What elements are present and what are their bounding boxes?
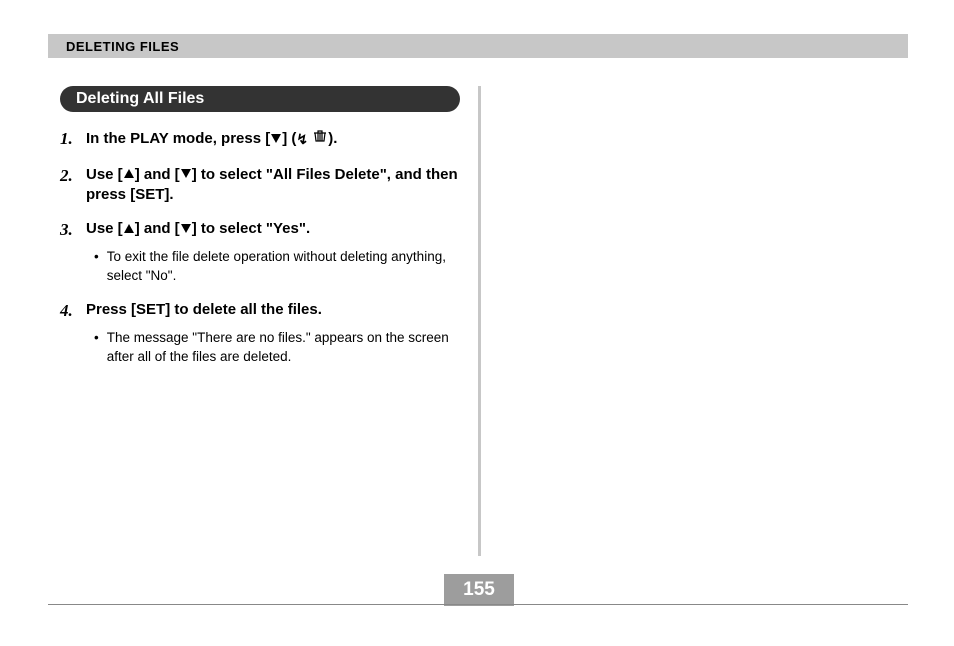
triangle-down-icon: [271, 134, 281, 143]
footer-line: [48, 604, 908, 605]
text-fragment: In the PLAY mode, press [: [86, 130, 270, 147]
triangle-up-icon: [124, 224, 134, 233]
step-number: 3.: [60, 219, 80, 242]
step-number: 4.: [60, 300, 80, 323]
trash-icon: [313, 128, 327, 148]
bullet-dot: •: [94, 329, 99, 367]
step-3-text: Use [ ] and [ ] to select "Yes".: [86, 219, 460, 239]
text-fragment: ] to select "Yes".: [192, 220, 310, 237]
text-fragment: ).: [328, 130, 337, 147]
bullet-text: To exit the file delete operation withou…: [107, 248, 460, 286]
text-fragment: ] (: [282, 130, 296, 147]
text-fragment: Use [: [86, 220, 123, 237]
flash-icon: ↯: [296, 130, 308, 149]
triangle-up-icon: [124, 169, 134, 178]
step-4-text: Press [SET] to delete all the files.: [86, 300, 460, 320]
text-fragment: Use [: [86, 166, 123, 183]
header-title: DELETING FILES: [66, 39, 179, 54]
step-1: 1. In the PLAY mode, press [ ] (↯ ).: [60, 128, 460, 151]
text-fragment: ] and [: [135, 220, 180, 237]
text-fragment: ] and [: [135, 166, 180, 183]
step-4: 4. Press [SET] to delete all the files. …: [60, 300, 460, 367]
step-number: 2.: [60, 165, 80, 188]
column-divider: [478, 86, 481, 556]
step-3-bullet: • To exit the file delete operation with…: [94, 248, 460, 286]
page-number: 155: [463, 579, 495, 601]
triangle-down-icon: [181, 169, 191, 178]
page-number-badge: 155: [444, 574, 514, 606]
step-4-head: 4. Press [SET] to delete all the files.: [60, 300, 460, 323]
step-2-head: 2. Use [] and [] to select "All Files De…: [60, 165, 460, 206]
bullet-dot: •: [94, 248, 99, 286]
step-number: 1.: [60, 128, 80, 151]
section-title: Deleting All Files: [76, 90, 204, 108]
header-bar: DELETING FILES: [48, 34, 908, 58]
step-3-head: 3. Use [ ] and [ ] to select "Yes".: [60, 219, 460, 242]
step-2: 2. Use [] and [] to select "All Files De…: [60, 165, 460, 206]
content-area: 1. In the PLAY mode, press [ ] (↯ ). 2. U…: [60, 128, 460, 381]
step-1-text: In the PLAY mode, press [ ] (↯ ).: [86, 128, 460, 150]
triangle-down-icon: [181, 224, 191, 233]
bullet-text: The message "There are no files." appear…: [107, 329, 460, 367]
step-1-head: 1. In the PLAY mode, press [ ] (↯ ).: [60, 128, 460, 151]
step-4-bullet: • The message "There are no files." appe…: [94, 329, 460, 367]
step-2-text: Use [] and [] to select "All Files Delet…: [86, 165, 460, 206]
section-title-pill: Deleting All Files: [60, 86, 460, 112]
step-3: 3. Use [ ] and [ ] to select "Yes". • To e…: [60, 219, 460, 286]
